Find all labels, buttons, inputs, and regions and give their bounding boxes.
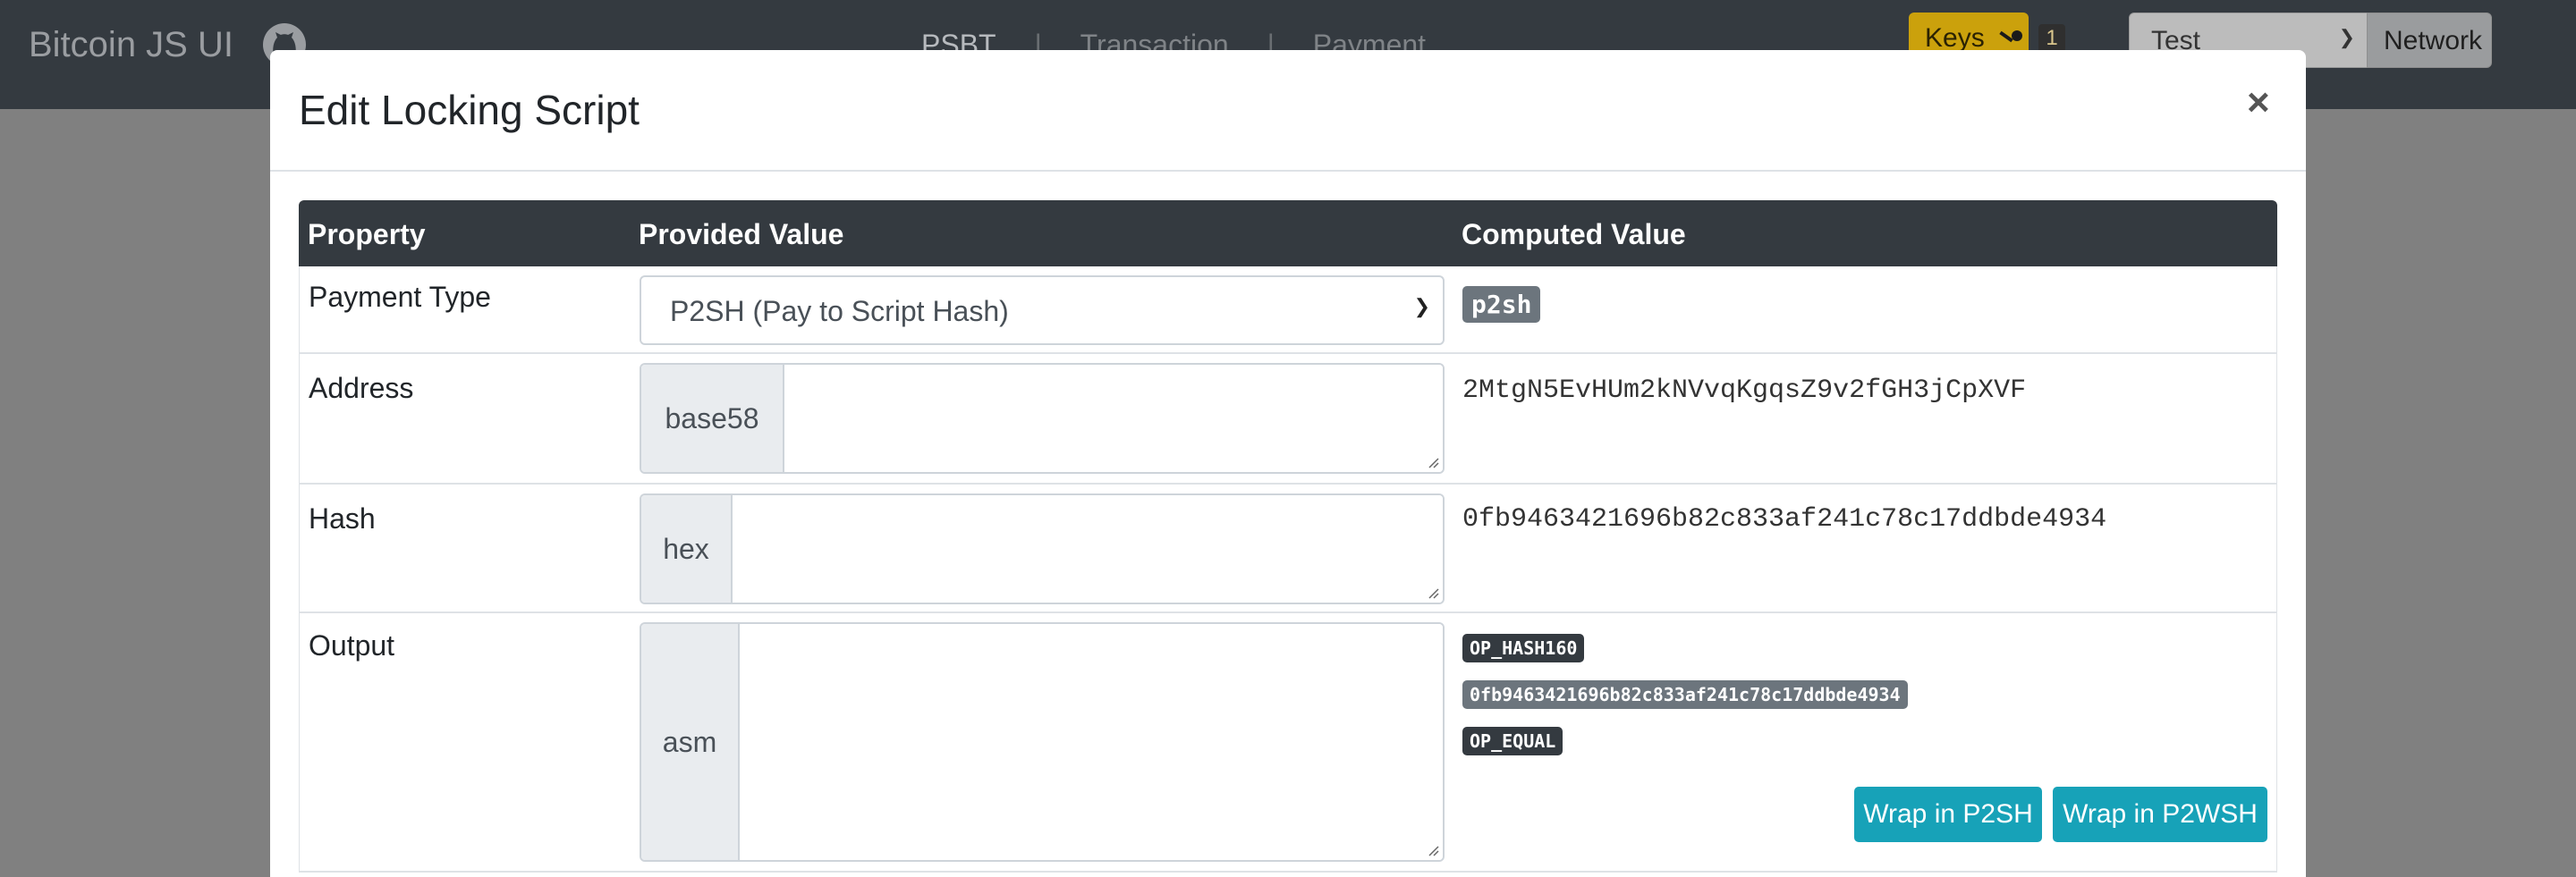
chevron-down-icon: ❯ — [1413, 295, 1430, 317]
header-property: Property — [308, 218, 426, 250]
address-computed: 2MtgN5EvHUm2kNVvqKgqsZ9v2fGH3jCpXVF — [1462, 375, 2027, 406]
address-label: Address — [309, 372, 414, 404]
header-computed-value: Computed Value — [1462, 218, 1686, 250]
brand-title[interactable]: Bitcoin JS UI — [29, 25, 233, 65]
output-textarea[interactable] — [740, 624, 1443, 860]
address-addon: base58 — [641, 365, 784, 472]
output-addon: asm — [641, 624, 740, 860]
output-computed: OP_HASH160 0fb9463421696b82c833af241c78c… — [1462, 633, 1908, 756]
table-row-output: Output asm OP_HASH160 0fb9463421696b82c8… — [299, 613, 2277, 873]
payment-type-badge: p2sh — [1462, 286, 1541, 323]
address-input-group: base58 — [640, 363, 1445, 474]
table-row-hash: Hash hex 0fb9463421696b82c833af241c78c17… — [299, 485, 2277, 613]
wrap-in-p2wsh-button[interactable]: Wrap in P2WSH — [2053, 787, 2267, 842]
resize-handle-icon[interactable] — [1425, 842, 1439, 856]
address-textarea[interactable] — [784, 365, 1443, 472]
op-badge: OP_HASH160 — [1462, 634, 1585, 662]
modal-title: Edit Locking Script — [299, 87, 640, 133]
op-badge: OP_EQUAL — [1462, 727, 1563, 755]
key-icon — [1999, 30, 2023, 43]
hash-textarea[interactable] — [733, 495, 1443, 603]
header-provided-value: Provided Value — [639, 218, 844, 250]
payment-type-selected: P2SH (Pay to Script Hash) — [670, 295, 1009, 327]
output-input-group: asm — [640, 622, 1445, 862]
hash-input-group: hex — [640, 493, 1445, 604]
table-row-address: Address base58 2MtgN5EvHUm2kNVvqKgqsZ9v2… — [299, 354, 2277, 485]
output-label: Output — [309, 629, 395, 662]
keys-count-badge: 1 — [2038, 24, 2065, 53]
keys-label: Keys — [1925, 23, 1985, 53]
resize-handle-icon[interactable] — [1425, 585, 1439, 599]
locking-script-table: Property Provided Value Computed Value P… — [299, 200, 2277, 873]
close-button[interactable]: × — [2247, 80, 2270, 125]
payment-type-label: Payment Type — [309, 281, 491, 313]
chevron-down-icon: ❯ — [2338, 26, 2355, 48]
network-button[interactable]: Network — [2367, 13, 2492, 68]
hash-computed: 0fb9463421696b82c833af241c78c17ddbde4934 — [1462, 504, 2107, 535]
modal-header: Edit Locking Script × — [270, 50, 2306, 172]
resize-handle-icon[interactable] — [1425, 454, 1439, 468]
table-header: Property Provided Value Computed Value — [299, 200, 2277, 266]
payment-type-computed: p2sh — [1462, 286, 1541, 323]
payment-type-select[interactable]: P2SH (Pay to Script Hash) ❯ — [640, 275, 1445, 345]
wrap-in-p2sh-button[interactable]: Wrap in P2SH — [1854, 787, 2042, 842]
hash-label: Hash — [309, 502, 376, 535]
hash-addon: hex — [641, 495, 733, 603]
op-badge: 0fb9463421696b82c833af241c78c17ddbde4934 — [1462, 680, 1908, 709]
edit-locking-script-modal: Edit Locking Script × Property Provided … — [270, 50, 2306, 877]
table-row-payment-type: Payment Type P2SH (Pay to Script Hash) ❯… — [299, 266, 2277, 354]
